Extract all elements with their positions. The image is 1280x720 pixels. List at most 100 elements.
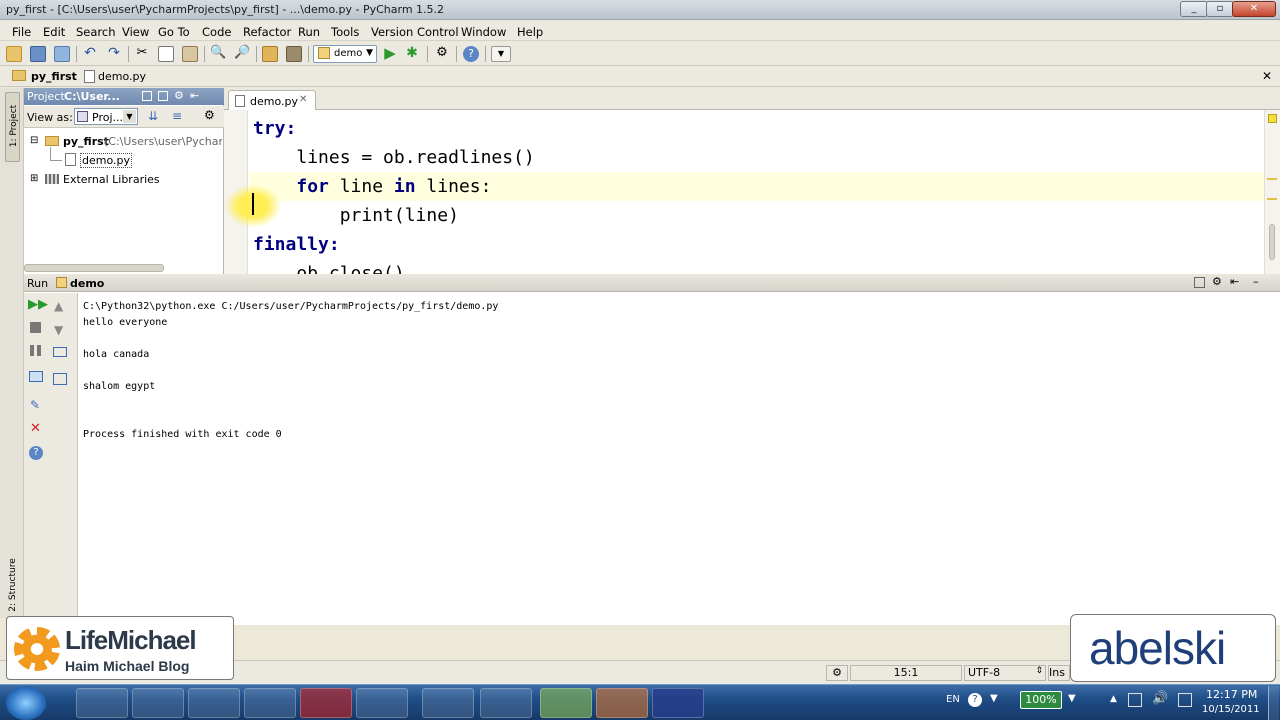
menu-goto[interactable]: Go To [158,25,190,39]
tree-external-libraries[interactable]: External Libraries [63,173,160,186]
open-folder-icon[interactable] [6,46,22,62]
soft-wrap-icon[interactable] [53,347,67,357]
settings-icon[interactable]: ⚙ [826,665,848,681]
project-tool-tab[interactable]: 1: Project [5,92,20,162]
tree-root-name[interactable]: py_first [63,135,109,148]
help-icon[interactable]: ? [463,46,479,62]
expand-all-icon[interactable]: ⇊ [148,109,158,123]
taskbar-notepad-icon[interactable] [356,688,408,718]
taskbar-pdf-icon[interactable] [300,688,352,718]
save-icon[interactable] [30,46,46,62]
error-stripe[interactable] [1264,110,1280,274]
taskbar-skype-icon[interactable] [132,688,184,718]
arrow-up-icon[interactable]: ▲ [54,299,63,313]
rerun-icon[interactable]: ▶▶ [28,297,48,312]
find-icon[interactable]: 🔍 [210,46,226,62]
taskbar-ie-icon[interactable] [76,688,128,718]
menu-tools[interactable]: Tools [331,25,359,39]
zoom-indicator[interactable]: 100% [1020,691,1062,709]
breadcrumb-project[interactable]: py_first [31,70,77,83]
taskbar-app-icon[interactable] [652,688,704,718]
chevron-down-icon[interactable]: ▼ [990,693,998,704]
tree-collapse-icon[interactable]: ⊟ [30,135,38,146]
hide-icon[interactable]: ⇤ [190,89,199,102]
tab-demo-py[interactable]: demo.py ✕ [228,90,316,110]
taskbar-terminal-icon[interactable] [480,688,532,718]
run-config-tab[interactable]: demo [70,277,104,290]
signal-icon[interactable] [1178,693,1192,707]
maximize-button[interactable]: ▫ [1206,1,1234,17]
start-button[interactable] [6,686,46,720]
horizontal-scrollbar[interactable] [24,264,164,272]
run-icon[interactable]: ▶ [382,46,398,62]
run-config-select[interactable]: demo ▼ [313,45,377,63]
scroll-to-end-icon[interactable] [29,371,43,382]
minimize-button[interactable]: _ [1180,1,1208,17]
close-icon[interactable]: ✕ [299,94,307,105]
encoding-select[interactable]: UTF-8 ⇕ [964,665,1046,681]
close-run-icon[interactable]: ✕ [30,421,41,436]
menu-file[interactable]: File [12,25,31,39]
help-icon[interactable]: ? [29,446,43,460]
menu-view[interactable]: View [122,25,149,39]
structure-tool-tab[interactable]: 2: Structure [5,558,20,616]
breadcrumb-file[interactable]: demo.py [98,70,146,83]
gear-icon[interactable]: ⚙ [1212,275,1222,288]
minimize-icon[interactable]: – [1253,275,1259,288]
warning-marker[interactable] [1267,178,1277,180]
redo-icon[interactable]: ↷ [106,46,122,62]
settings-icon[interactable]: ⚙ [174,89,184,102]
menu-version-control[interactable]: Version Control [371,25,459,39]
clock-date[interactable]: 10/15/2011 [1202,704,1260,715]
arrow-down-icon[interactable]: ▼ [54,323,63,337]
tree-file-demo[interactable]: demo.py [80,153,132,168]
taskbar-chrome-icon[interactable] [188,688,240,718]
paste-icon[interactable] [182,46,198,62]
insert-mode[interactable]: Ins [1048,665,1070,681]
sort-icon[interactable]: ≡ [172,109,182,123]
replace-icon[interactable]: 🔎 [234,46,250,62]
gear-icon[interactable]: ⚙ [204,108,215,122]
taskbar-folder-icon[interactable] [244,688,296,718]
cut-icon[interactable]: ✂ [134,46,150,62]
debug-icon[interactable]: ✱ [404,46,420,62]
scroll-from-source-icon[interactable] [158,91,168,101]
menu-help[interactable]: Help [517,25,543,39]
menu-code[interactable]: Code [202,25,231,39]
language-indicator[interactable]: EN [946,694,960,705]
scroll-lock-icon[interactable] [53,373,67,385]
taskbar-pycharm-icon[interactable] [540,688,592,718]
zoom-chevron-icon[interactable]: ▼ [1068,693,1076,704]
pause-icon[interactable] [30,345,41,356]
menu-refactor[interactable]: Refactor [243,25,291,39]
show-hidden-icons-icon[interactable]: ▲ [1110,694,1117,704]
hide-icon[interactable]: ⇤ [1230,275,1239,288]
copy-icon[interactable] [158,46,174,62]
settings-icon[interactable]: ⚙ [434,46,450,62]
help-icon[interactable]: ? [968,693,982,707]
code-area[interactable]: try: lines = ob.readlines() for line in … [224,110,1264,274]
taskbar-download-icon[interactable] [422,688,474,718]
undo-icon[interactable]: ↶ [82,46,98,62]
volume-icon[interactable]: 🔊 [1152,691,1168,706]
vertical-scrollbar[interactable] [1269,224,1275,260]
network-icon[interactable] [1128,693,1142,707]
close-window-button[interactable]: ✕ [1232,1,1276,17]
clock-time[interactable]: 12:17 PM [1206,688,1257,701]
menu-window[interactable]: Window [461,25,506,39]
menu-run[interactable]: Run [298,25,320,39]
warning-marker[interactable] [1267,198,1277,200]
console-output[interactable]: C:\Python32\python.exe C:/Users/user/Pyc… [78,293,1280,625]
stop-icon[interactable] [30,322,41,333]
restore-icon[interactable] [1194,277,1205,288]
caret-position[interactable]: 15:1 [850,665,962,681]
back-icon[interactable] [262,46,278,62]
close-icon[interactable]: ✕ [1262,69,1272,83]
collapse-all-icon[interactable] [142,91,152,101]
tree-expand-icon[interactable]: ⊞ [30,173,38,184]
pin-icon[interactable]: ✎ [30,398,40,412]
view-as-select[interactable]: Proj... ▼ [74,108,138,125]
sync-icon[interactable] [54,46,70,62]
menu-search[interactable]: Search [76,25,116,39]
forward-icon[interactable] [286,46,302,62]
